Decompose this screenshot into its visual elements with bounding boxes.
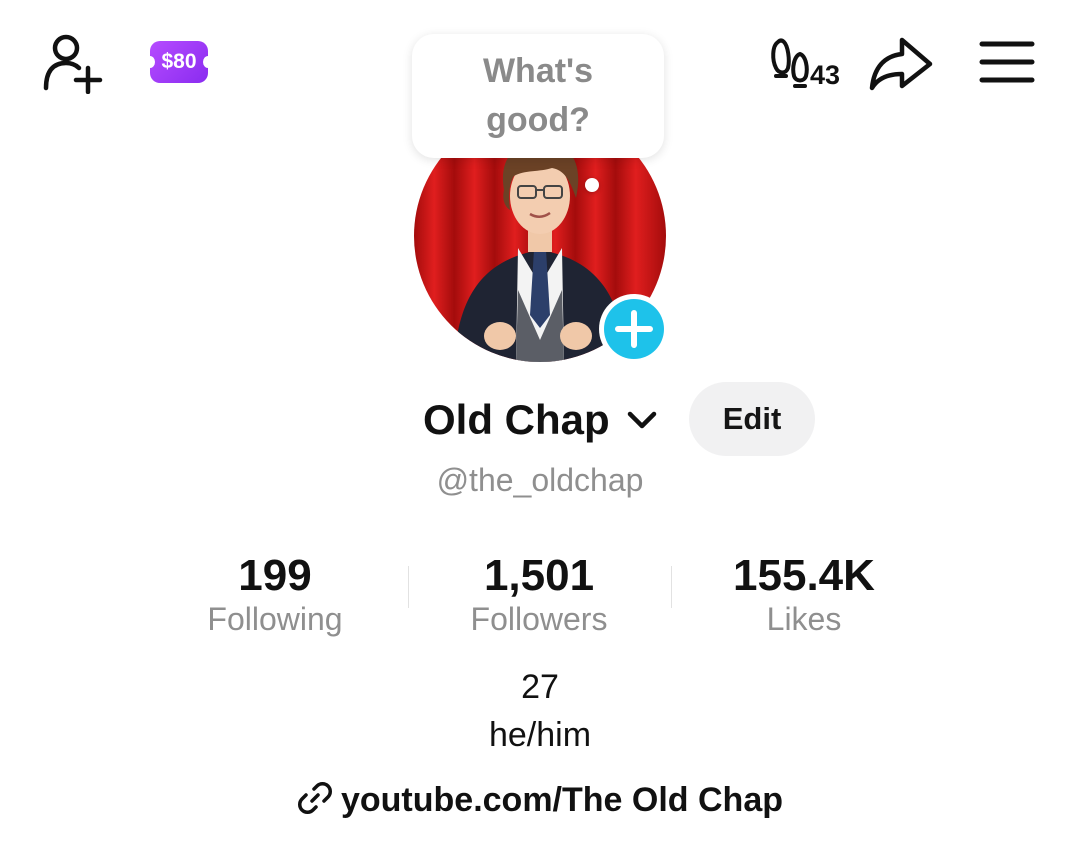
note-bubble-text: What's good? (482, 52, 594, 139)
chevron-down-icon[interactable] (625, 408, 659, 434)
stat-divider (671, 566, 672, 608)
note-bubble-tail (585, 178, 599, 192)
followers-count: 1,501 (483, 551, 595, 600)
likes-count: 155.4K (733, 551, 875, 600)
following-count: 199 (238, 551, 312, 600)
coin-badge[interactable]: $80 (145, 41, 213, 83)
add-user-icon (43, 34, 103, 95)
display-name[interactable]: Old Chap (423, 396, 610, 444)
followers-label: Followers (470, 601, 608, 637)
bio-line: 27 (521, 668, 559, 706)
likes-label: Likes (766, 601, 842, 637)
stat-likes[interactable]: 155.4K Likes (684, 550, 924, 638)
stat-divider (408, 566, 409, 608)
add-friend-button[interactable] (40, 30, 110, 95)
share-button[interactable] (866, 34, 936, 92)
profile-visitors-button[interactable]: 43 (770, 34, 852, 92)
link-icon (297, 782, 332, 814)
add-story-button[interactable] (598, 293, 670, 365)
plus-circle-icon (599, 294, 669, 364)
following-label: Following (207, 601, 343, 637)
name-row: Old Chap Edit (0, 382, 1080, 456)
profile-link[interactable]: youtube.com/The Old Chap (0, 780, 1080, 820)
stat-followers[interactable]: 1,501 Followers (419, 550, 659, 638)
visitors-count: 43 (810, 60, 841, 90)
stat-following[interactable]: 199 Following (155, 550, 395, 638)
share-arrow-icon (869, 37, 933, 91)
edit-profile-button[interactable]: Edit (689, 382, 815, 456)
menu-button[interactable] (978, 38, 1036, 86)
username-handle: @the_oldchap (436, 462, 644, 498)
hamburger-menu-icon (979, 41, 1035, 83)
footprints-icon (771, 38, 809, 88)
profile-link-text: youtube.com/The Old Chap (340, 781, 784, 819)
note-bubble[interactable]: What's good? (412, 34, 664, 158)
bio-line: he/him (488, 716, 592, 754)
